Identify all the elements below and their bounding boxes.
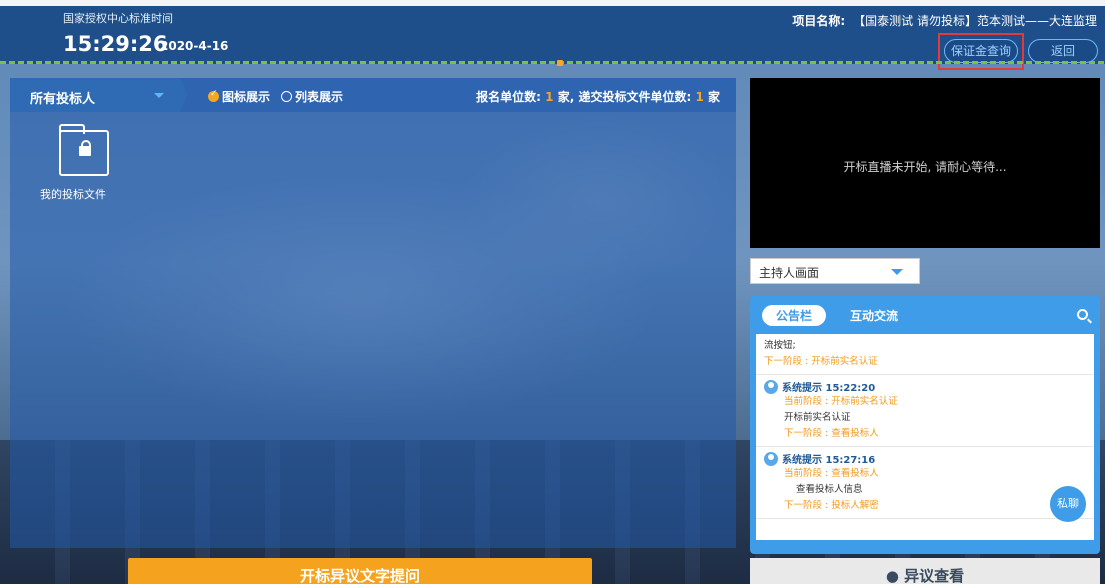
top-bar: 国家授权中心标准时间 15:29:26 2020-4-16 项目名称: 【国泰测试…: [0, 0, 1105, 70]
chat-bubble-icon: ●: [885, 567, 899, 584]
submitted-unit: 家: [707, 90, 720, 104]
project-label: 项目名称:: [792, 14, 846, 28]
video-status-message: 开标直播未开始, 请耐心等待...: [843, 160, 1007, 174]
locked-folder-icon: [59, 124, 109, 176]
bidder-panel: 所有投标人 图标展示 列表展示 报名单位数: 1 家, 递交投标文件单位数: 1…: [10, 78, 736, 548]
highlight-box: [938, 33, 1024, 70]
host-view-label: 主持人画面: [759, 266, 820, 280]
project-name: 【国泰测试 请勿投标】范本测试——大连监理: [853, 14, 1097, 28]
tab-interaction[interactable]: 互动交流: [836, 305, 912, 326]
feed-item: 流按钮; 下一阶段 : 开标前实名认证: [756, 334, 1094, 375]
divider: [0, 61, 1105, 64]
radio-checked-icon: [208, 89, 219, 102]
live-video-player[interactable]: 开标直播未开始, 请耐心等待...: [750, 78, 1100, 248]
project-title: 项目名称: 【国泰测试 请勿投标】范本测试——大连监理: [792, 12, 1097, 29]
feed-body: 开标前实名认证: [784, 412, 851, 423]
feed-text: 流按钮;: [764, 340, 796, 351]
feed-title: 系统提示 15:22:20: [764, 379, 1086, 394]
search-icon[interactable]: [1077, 309, 1088, 320]
avatar-icon: [764, 451, 778, 466]
bidder-filter-dropdown[interactable]: 所有投标人: [10, 78, 188, 112]
registered-label: 报名单位数:: [476, 90, 541, 104]
clock-label: 国家授权中心标准时间: [63, 12, 173, 25]
feed-title-text: 系统提示 15:22:20: [782, 383, 876, 394]
feed-next-stage: 下一阶段 : 投标人解密: [784, 500, 879, 511]
clock-time: 15:29:26: [63, 32, 168, 56]
submitted-count: 1: [695, 90, 704, 104]
notice-tabs: 公告栏 互动交流: [762, 305, 912, 326]
feed-next-stage: 下一阶段 : 开标前实名认证: [764, 356, 878, 367]
registered-unit: 家,: [557, 90, 575, 104]
registered-count: 1: [545, 90, 554, 104]
feed-title: 系统提示 15:27:16: [764, 451, 1086, 466]
feed-title-text: 系统提示 15:27:16: [782, 455, 876, 466]
view-icon-label: 图标展示: [222, 90, 271, 104]
view-icon-radio[interactable]: 图标展示: [208, 88, 270, 105]
bidder-filter-label: 所有投标人: [30, 92, 96, 107]
private-chat-button[interactable]: 私聊: [1050, 486, 1086, 522]
avatar-icon: [764, 379, 778, 394]
view-objections-button[interactable]: ● 异议查看: [750, 558, 1100, 584]
feed-next-stage: 下一阶段 : 查看投标人: [784, 428, 879, 439]
my-bid-file-tile[interactable]: 我的投标文件: [40, 124, 140, 202]
return-button[interactable]: 返回: [1028, 39, 1098, 63]
filter-bar: 所有投标人 图标展示 列表展示 报名单位数: 1 家, 递交投标文件单位数: 1…: [10, 78, 736, 112]
view-objections-label: 异议查看: [904, 567, 965, 584]
host-view-select[interactable]: 主持人画面: [750, 258, 920, 284]
clock-date: 2020-4-16: [160, 39, 229, 53]
divider-marker: [557, 60, 563, 66]
chevron-down-icon: [154, 93, 164, 98]
feed-body: 查看投标人信息: [796, 484, 863, 495]
notice-panel: 公告栏 互动交流 流按钮; 下一阶段 : 开标前实名认证 系统提示 15:22:…: [750, 296, 1100, 554]
feed-current-stage: 当前阶段 : 开标前实名认证: [784, 396, 898, 407]
feed-current-stage: 当前阶段 : 查看投标人: [784, 468, 879, 479]
radio-unchecked-icon: [281, 91, 292, 102]
my-bid-file-label: 我的投标文件: [40, 188, 106, 201]
objection-question-button[interactable]: 开标异议文字提问: [128, 558, 592, 584]
feed-item: 系统提示 15:27:16 当前阶段 : 查看投标人 查看投标人信息 下一阶段 …: [756, 447, 1094, 519]
submitted-label: 递交投标文件单位数:: [578, 90, 692, 104]
lock-icon: [79, 140, 91, 156]
chevron-down-icon: [891, 269, 903, 275]
view-list-label: 列表展示: [295, 90, 344, 104]
notice-feed[interactable]: 流按钮; 下一阶段 : 开标前实名认证 系统提示 15:22:20 当前阶段 :…: [756, 334, 1094, 540]
view-list-radio[interactable]: 列表展示: [281, 88, 343, 105]
bidder-stats: 报名单位数: 1 家, 递交投标文件单位数: 1 家: [476, 88, 720, 105]
tab-notice[interactable]: 公告栏: [762, 305, 827, 326]
feed-item: 系统提示 15:22:20 当前阶段 : 开标前实名认证 开标前实名认证 下一阶…: [756, 375, 1094, 447]
